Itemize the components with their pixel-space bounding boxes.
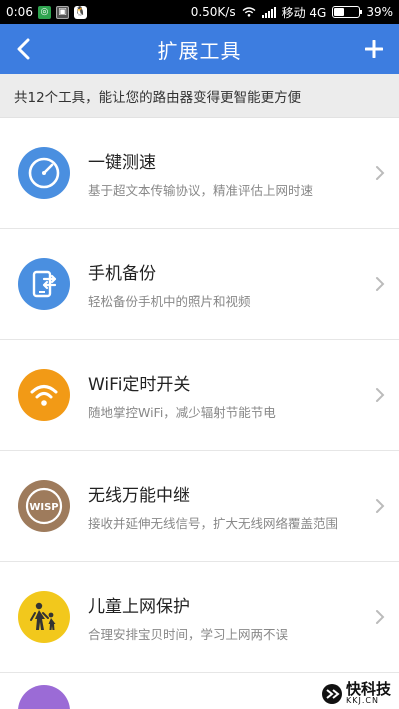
phone-backup-icon <box>18 258 70 310</box>
tool-item-wifi-timer[interactable]: WiFi定时开关 随地掌控WiFi，减少辐射节能节电 <box>0 340 399 451</box>
add-button[interactable] <box>359 24 389 74</box>
app-notification-icon: ◎ <box>37 5 51 19</box>
status-right: 0.50K/s 移动 4G 39% <box>191 4 393 21</box>
battery-icon <box>332 6 363 18</box>
carrier-label: 移动 4G <box>281 5 327 20</box>
chevron-right-icon <box>376 610 385 624</box>
watermark-cn: 快科技 <box>345 680 391 698</box>
tool-description: 合理安排宝贝时间，学习上网两不误 <box>88 626 289 642</box>
watermark: 快科技 KKJ.CN <box>321 682 391 705</box>
tool-name: 手机备份 <box>88 263 156 284</box>
tool-description: 基于超文本传输协议，精准评估上网时速 <box>88 182 314 198</box>
wifi-icon <box>18 369 70 421</box>
chevron-right-icon <box>376 499 385 513</box>
tool-description: 随地掌控WiFi，减少辐射节能节电 <box>88 404 276 420</box>
status-left: 0:06 ◎ ▣ 🐧 <box>6 5 87 19</box>
nav-bar: 扩展工具 <box>0 24 399 74</box>
status-bar: 0:06 ◎ ▣ 🐧 0.50K/s 移动 4G 39% <box>0 0 399 24</box>
page-title: 扩展工具 <box>157 38 242 63</box>
tools-summary: 共12个工具，能让您的路由器变得更智能更方便 <box>0 74 399 118</box>
plus-icon <box>365 40 383 58</box>
tool-item-phone-backup[interactable]: 手机备份 轻松备份手机中的照片和视频 <box>0 229 399 340</box>
tool-description: 轻松备份手机中的照片和视频 <box>88 293 251 309</box>
chevron-right-icon <box>376 166 385 180</box>
speedometer-icon <box>18 147 70 199</box>
tool-item-wireless-repeater[interactable]: WISP 无线万能中继 接收并延伸无线信号，扩大无线网络覆盖范围 <box>0 451 399 562</box>
chevron-right-icon <box>376 388 385 402</box>
purple-tool-icon <box>18 685 70 709</box>
status-time: 0:06 <box>6 5 33 19</box>
battery-percent: 39% <box>366 5 393 19</box>
watermark-en: KKJ.CN <box>345 696 379 705</box>
chevron-left-icon <box>17 38 30 60</box>
wisp-icon-text: WISP <box>29 502 58 513</box>
qq-notification-icon: 🐧 <box>73 5 87 19</box>
signal-icon <box>261 6 276 18</box>
wisp-icon: WISP <box>18 480 70 532</box>
network-speed: 0.50K/s <box>190 5 236 19</box>
tool-item-speed-test[interactable]: 一键测速 基于超文本传输协议，精准评估上网时速 <box>0 118 399 229</box>
image-notification-icon: ▣ <box>55 5 69 19</box>
kkj-logo-icon <box>321 683 342 704</box>
child-protection-icon <box>18 591 70 643</box>
tool-name: 一键测速 <box>88 152 156 173</box>
chevron-right-icon <box>376 277 385 291</box>
tool-item-child-protection[interactable]: 儿童上网保护 合理安排宝贝时间，学习上网两不误 <box>0 562 399 673</box>
tool-description: 接收并延伸无线信号，扩大无线网络覆盖范围 <box>88 515 339 531</box>
back-button[interactable] <box>8 24 38 74</box>
tool-name: WiFi定时开关 <box>88 374 191 395</box>
wifi-status-icon <box>242 7 256 17</box>
tools-list: 一键测速 基于超文本传输协议，精准评估上网时速 手机备份 轻松备份手机中的照片和… <box>0 118 399 709</box>
tool-name: 无线万能中继 <box>88 485 190 506</box>
tool-name: 儿童上网保护 <box>88 596 190 617</box>
